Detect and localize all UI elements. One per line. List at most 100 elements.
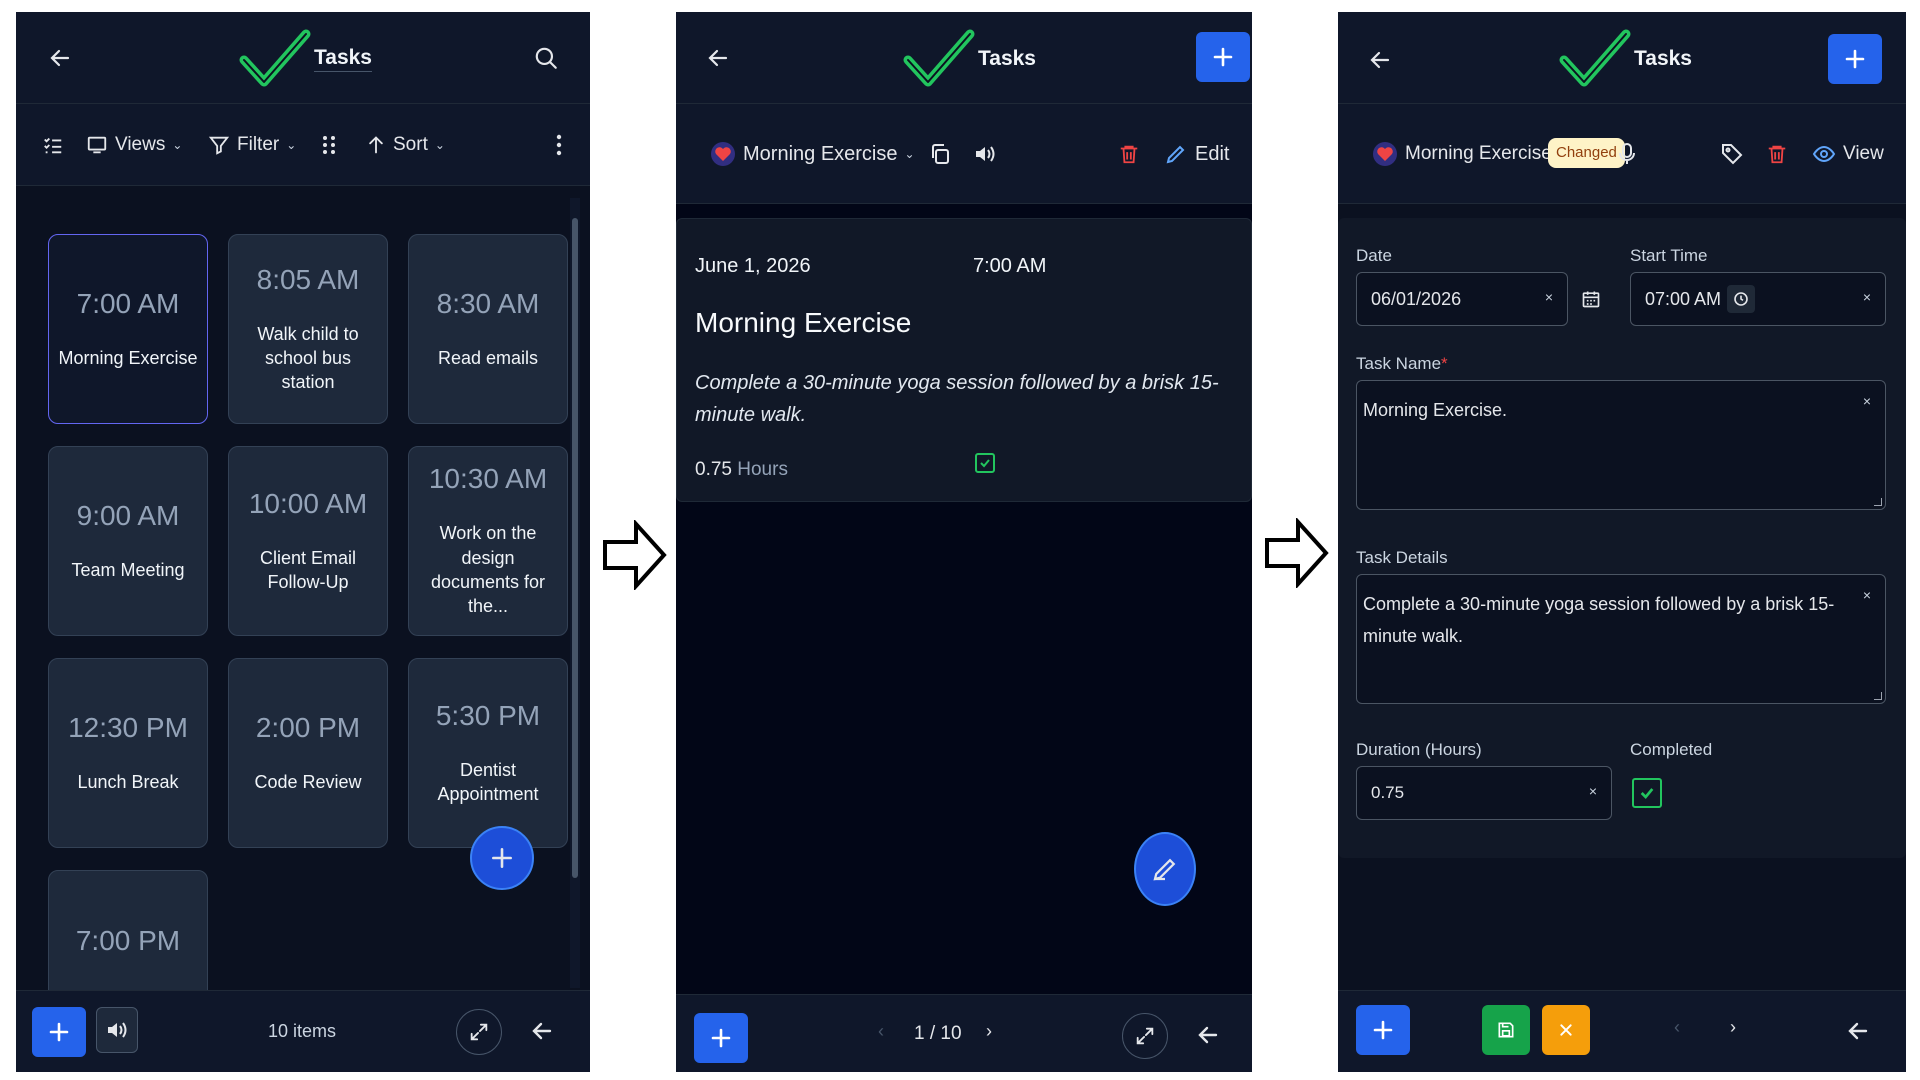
prev-page-button[interactable]: ‹	[878, 1021, 884, 1042]
add-button[interactable]	[1196, 32, 1250, 82]
sort-dropdown[interactable]: Sort ⌄	[366, 104, 445, 186]
task-name-textarea[interactable]: Morning Exercise. ×	[1356, 380, 1886, 510]
date-field[interactable]: 06/01/2026 ×	[1356, 272, 1568, 326]
completed-checkbox[interactable]	[975, 453, 995, 473]
plus-icon	[1373, 1020, 1393, 1040]
resize-grip-icon[interactable]	[1874, 498, 1882, 506]
resize-grip-icon[interactable]	[1874, 692, 1882, 700]
delete-button[interactable]	[1766, 104, 1788, 204]
view-button[interactable]: View	[1812, 104, 1884, 204]
task-details: Complete a 30-minute yoga session follow…	[695, 372, 1219, 426]
back-footer-button[interactable]	[524, 1013, 560, 1049]
tag-icon	[1722, 144, 1743, 165]
prev-page-button[interactable]: ‹	[1674, 1017, 1680, 1038]
add-button[interactable]	[1828, 34, 1882, 84]
task-card[interactable]: 8:05 AM Walk child to school bus station	[228, 234, 388, 424]
task-card[interactable]: 7:00 PM	[48, 870, 208, 996]
save-button[interactable]	[1482, 1005, 1530, 1055]
task-selector[interactable]: Morning Exercise ⌄	[710, 104, 915, 204]
edit-footer: ‹ ›	[1338, 990, 1906, 1072]
clear-duration-button[interactable]: ×	[1589, 783, 1597, 799]
task-details-label: Task Details	[1356, 548, 1448, 567]
duration-field[interactable]: 0.75 ×	[1356, 766, 1612, 820]
next-page-button[interactable]: ›	[1730, 1017, 1736, 1038]
expand-button[interactable]	[1122, 1013, 1168, 1059]
add-task-fab[interactable]	[470, 826, 534, 890]
heart-icon	[711, 142, 735, 166]
task-selector[interactable]: Morning Exercise.	[1372, 104, 1557, 204]
trash-icon	[1768, 145, 1786, 164]
clear-details-button[interactable]: ×	[1863, 587, 1871, 603]
clear-time-button[interactable]: ×	[1863, 289, 1871, 305]
task-name-label: Task Name*	[1356, 354, 1448, 374]
more-options-button[interactable]	[556, 104, 562, 186]
required-mark: *	[1441, 354, 1448, 373]
pen-icon	[1153, 858, 1176, 881]
task-card[interactable]: 10:30 AM Work on the design documents fo…	[408, 446, 568, 636]
add-button[interactable]	[32, 1007, 86, 1057]
detail-footer: ‹ 1 / 10 ›	[676, 994, 1252, 1072]
add-button[interactable]	[694, 1013, 748, 1063]
drag-handle-button[interactable]	[322, 104, 336, 186]
edit-form: Date 06/01/2026 × Start Time 07:00 AM × …	[1338, 218, 1906, 858]
clock-button[interactable]	[1727, 285, 1755, 313]
flow-arrow-icon	[603, 520, 667, 590]
edit-button[interactable]: Edit	[1164, 104, 1229, 204]
search-button[interactable]	[528, 40, 564, 76]
cancel-button[interactable]	[1542, 1005, 1590, 1055]
edit-fab[interactable]	[1134, 832, 1196, 906]
clear-date-button[interactable]: ×	[1545, 289, 1553, 305]
task-card[interactable]: 5:30 PM Dentist Appointment	[408, 658, 568, 848]
back-footer-button[interactable]	[1190, 1017, 1226, 1053]
completed-checkbox[interactable]	[1632, 778, 1662, 808]
pager-label: 1 / 10	[914, 1023, 962, 1044]
expand-button[interactable]	[456, 1009, 502, 1055]
changed-badge: Changed	[1548, 138, 1625, 168]
next-page-button[interactable]: ›	[986, 1021, 992, 1042]
delete-button[interactable]	[1118, 104, 1140, 204]
arrow-left-icon	[1198, 1026, 1218, 1044]
task-card[interactable]: 10:00 AM Client Email Follow-Up	[228, 446, 388, 636]
clear-name-button[interactable]: ×	[1863, 393, 1871, 409]
filter-dropdown[interactable]: Filter ⌄	[208, 104, 296, 186]
clock-icon	[1734, 292, 1748, 306]
speak-button[interactable]	[972, 104, 998, 204]
task-card[interactable]: 2:00 PM Code Review	[228, 658, 388, 848]
copy-button[interactable]	[928, 104, 952, 204]
speaker-icon	[108, 1022, 127, 1038]
back-button[interactable]	[1362, 42, 1398, 78]
views-dropdown[interactable]: Views ⌄	[86, 104, 182, 186]
arrow-left-icon	[1848, 1022, 1868, 1040]
voice-input-button[interactable]	[1618, 104, 1636, 204]
scrollbar-thumb[interactable]	[572, 218, 578, 878]
plus-icon	[711, 1028, 731, 1048]
duration-label: Duration (Hours)	[1356, 740, 1482, 759]
task-detail-card: June 1, 2026 7:00 AM Morning Exercise Co…	[676, 218, 1252, 502]
detail-view-panel: Tasks Morning Exercise ⌄ Edit June 1, 20…	[676, 12, 1252, 1072]
speak-button[interactable]	[96, 1007, 138, 1053]
header: Tasks	[1338, 12, 1906, 104]
task-details-textarea[interactable]: Complete a 30-minute yoga session follow…	[1356, 574, 1886, 704]
grip-icon	[323, 136, 335, 154]
checkmark-logo-icon	[1559, 29, 1631, 87]
back-button[interactable]	[700, 40, 736, 76]
task-card[interactable]: 8:30 AM Read emails	[408, 234, 568, 424]
task-card-title: Team Meeting	[71, 559, 185, 580]
heart-icon	[1373, 142, 1397, 166]
checklist-button[interactable]	[42, 104, 64, 186]
task-card[interactable]: 7:00 AM Morning Exercise	[48, 234, 208, 424]
scrollbar[interactable]	[570, 198, 580, 988]
view-label: View	[1843, 143, 1884, 164]
task-card[interactable]: 9:00 AM Team Meeting	[48, 446, 208, 636]
checkmark-logo-icon	[239, 29, 311, 87]
filter-label: Filter	[237, 134, 280, 155]
tag-button[interactable]	[1720, 104, 1744, 204]
calendar-button[interactable]	[1576, 284, 1606, 314]
task-card[interactable]: 12:30 PM Lunch Break	[48, 658, 208, 848]
add-button[interactable]	[1356, 1005, 1410, 1055]
arrow-left-icon	[1370, 51, 1390, 69]
back-button[interactable]	[42, 40, 78, 76]
task-card-title: Client Email Follow-Up	[259, 547, 357, 592]
back-footer-button[interactable]	[1840, 1013, 1876, 1049]
start-time-field[interactable]: 07:00 AM ×	[1630, 272, 1886, 326]
